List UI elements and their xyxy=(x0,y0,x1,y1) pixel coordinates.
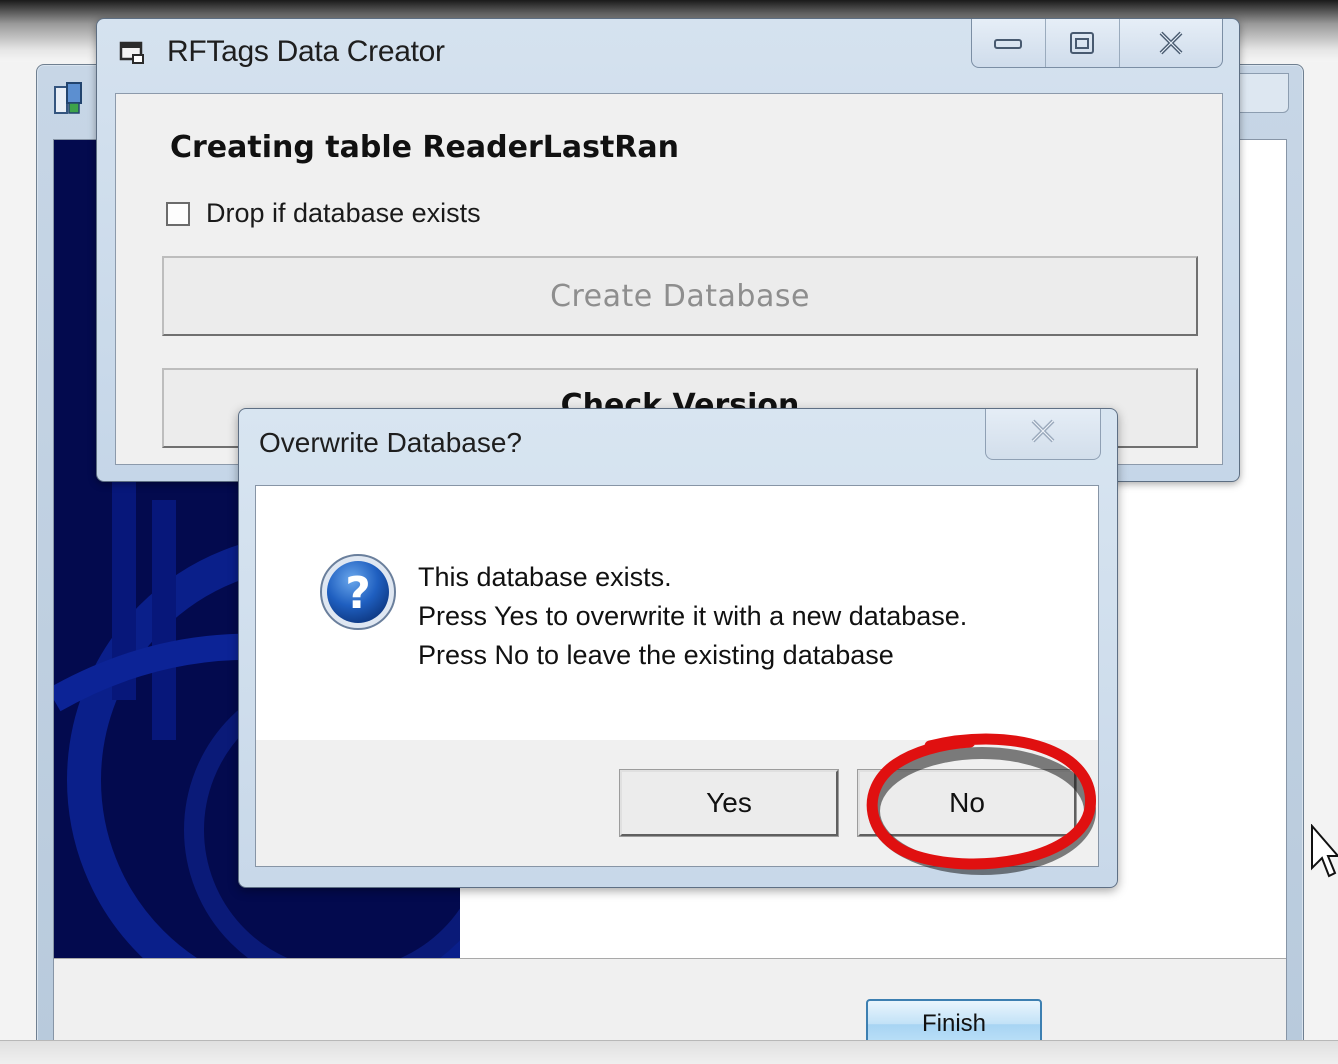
dialog-body: ? This database exists. Press Yes to ove… xyxy=(255,485,1099,867)
overwrite-database-dialog: Overwrite Database? ? This database exis… xyxy=(238,408,1118,888)
window-title: RFTags Data Creator xyxy=(167,35,445,68)
maximize-icon[interactable] xyxy=(1046,19,1120,67)
drop-database-checkbox[interactable] xyxy=(166,201,190,226)
dialog-button-bar: Yes No xyxy=(256,740,1098,866)
message-line: This database exists. xyxy=(418,562,672,592)
mouse-pointer-icon xyxy=(1311,824,1338,878)
message-line: Press No to leave the existing database xyxy=(418,640,894,670)
create-database-button[interactable]: Create Database xyxy=(162,256,1198,336)
dialog-message: This database exists. Press Yes to overw… xyxy=(418,558,967,675)
svg-text:?: ? xyxy=(345,568,371,619)
taskbar-edge xyxy=(0,1040,1338,1064)
drop-database-option[interactable]: Drop if database exists xyxy=(166,198,481,229)
close-icon xyxy=(1028,418,1058,451)
dialog-close-button[interactable] xyxy=(985,409,1101,460)
window-controls xyxy=(971,19,1223,68)
yes-button[interactable]: Yes xyxy=(619,769,839,837)
screen: Finish RFTags Data Creator Creating tabl… xyxy=(0,0,1338,1064)
message-line: Press Yes to overwrite it with a new dat… xyxy=(418,601,968,631)
no-button[interactable]: No xyxy=(857,769,1077,837)
installer-icon xyxy=(53,81,85,117)
table-heading: Creating table ReaderLastRan xyxy=(170,130,680,165)
dialog-title: Overwrite Database? xyxy=(259,427,523,458)
drop-database-label: Drop if database exists xyxy=(206,198,481,228)
app-icon xyxy=(119,41,144,64)
close-icon[interactable] xyxy=(1120,19,1222,67)
question-icon: ? xyxy=(320,554,396,630)
minimize-icon[interactable] xyxy=(972,19,1046,67)
